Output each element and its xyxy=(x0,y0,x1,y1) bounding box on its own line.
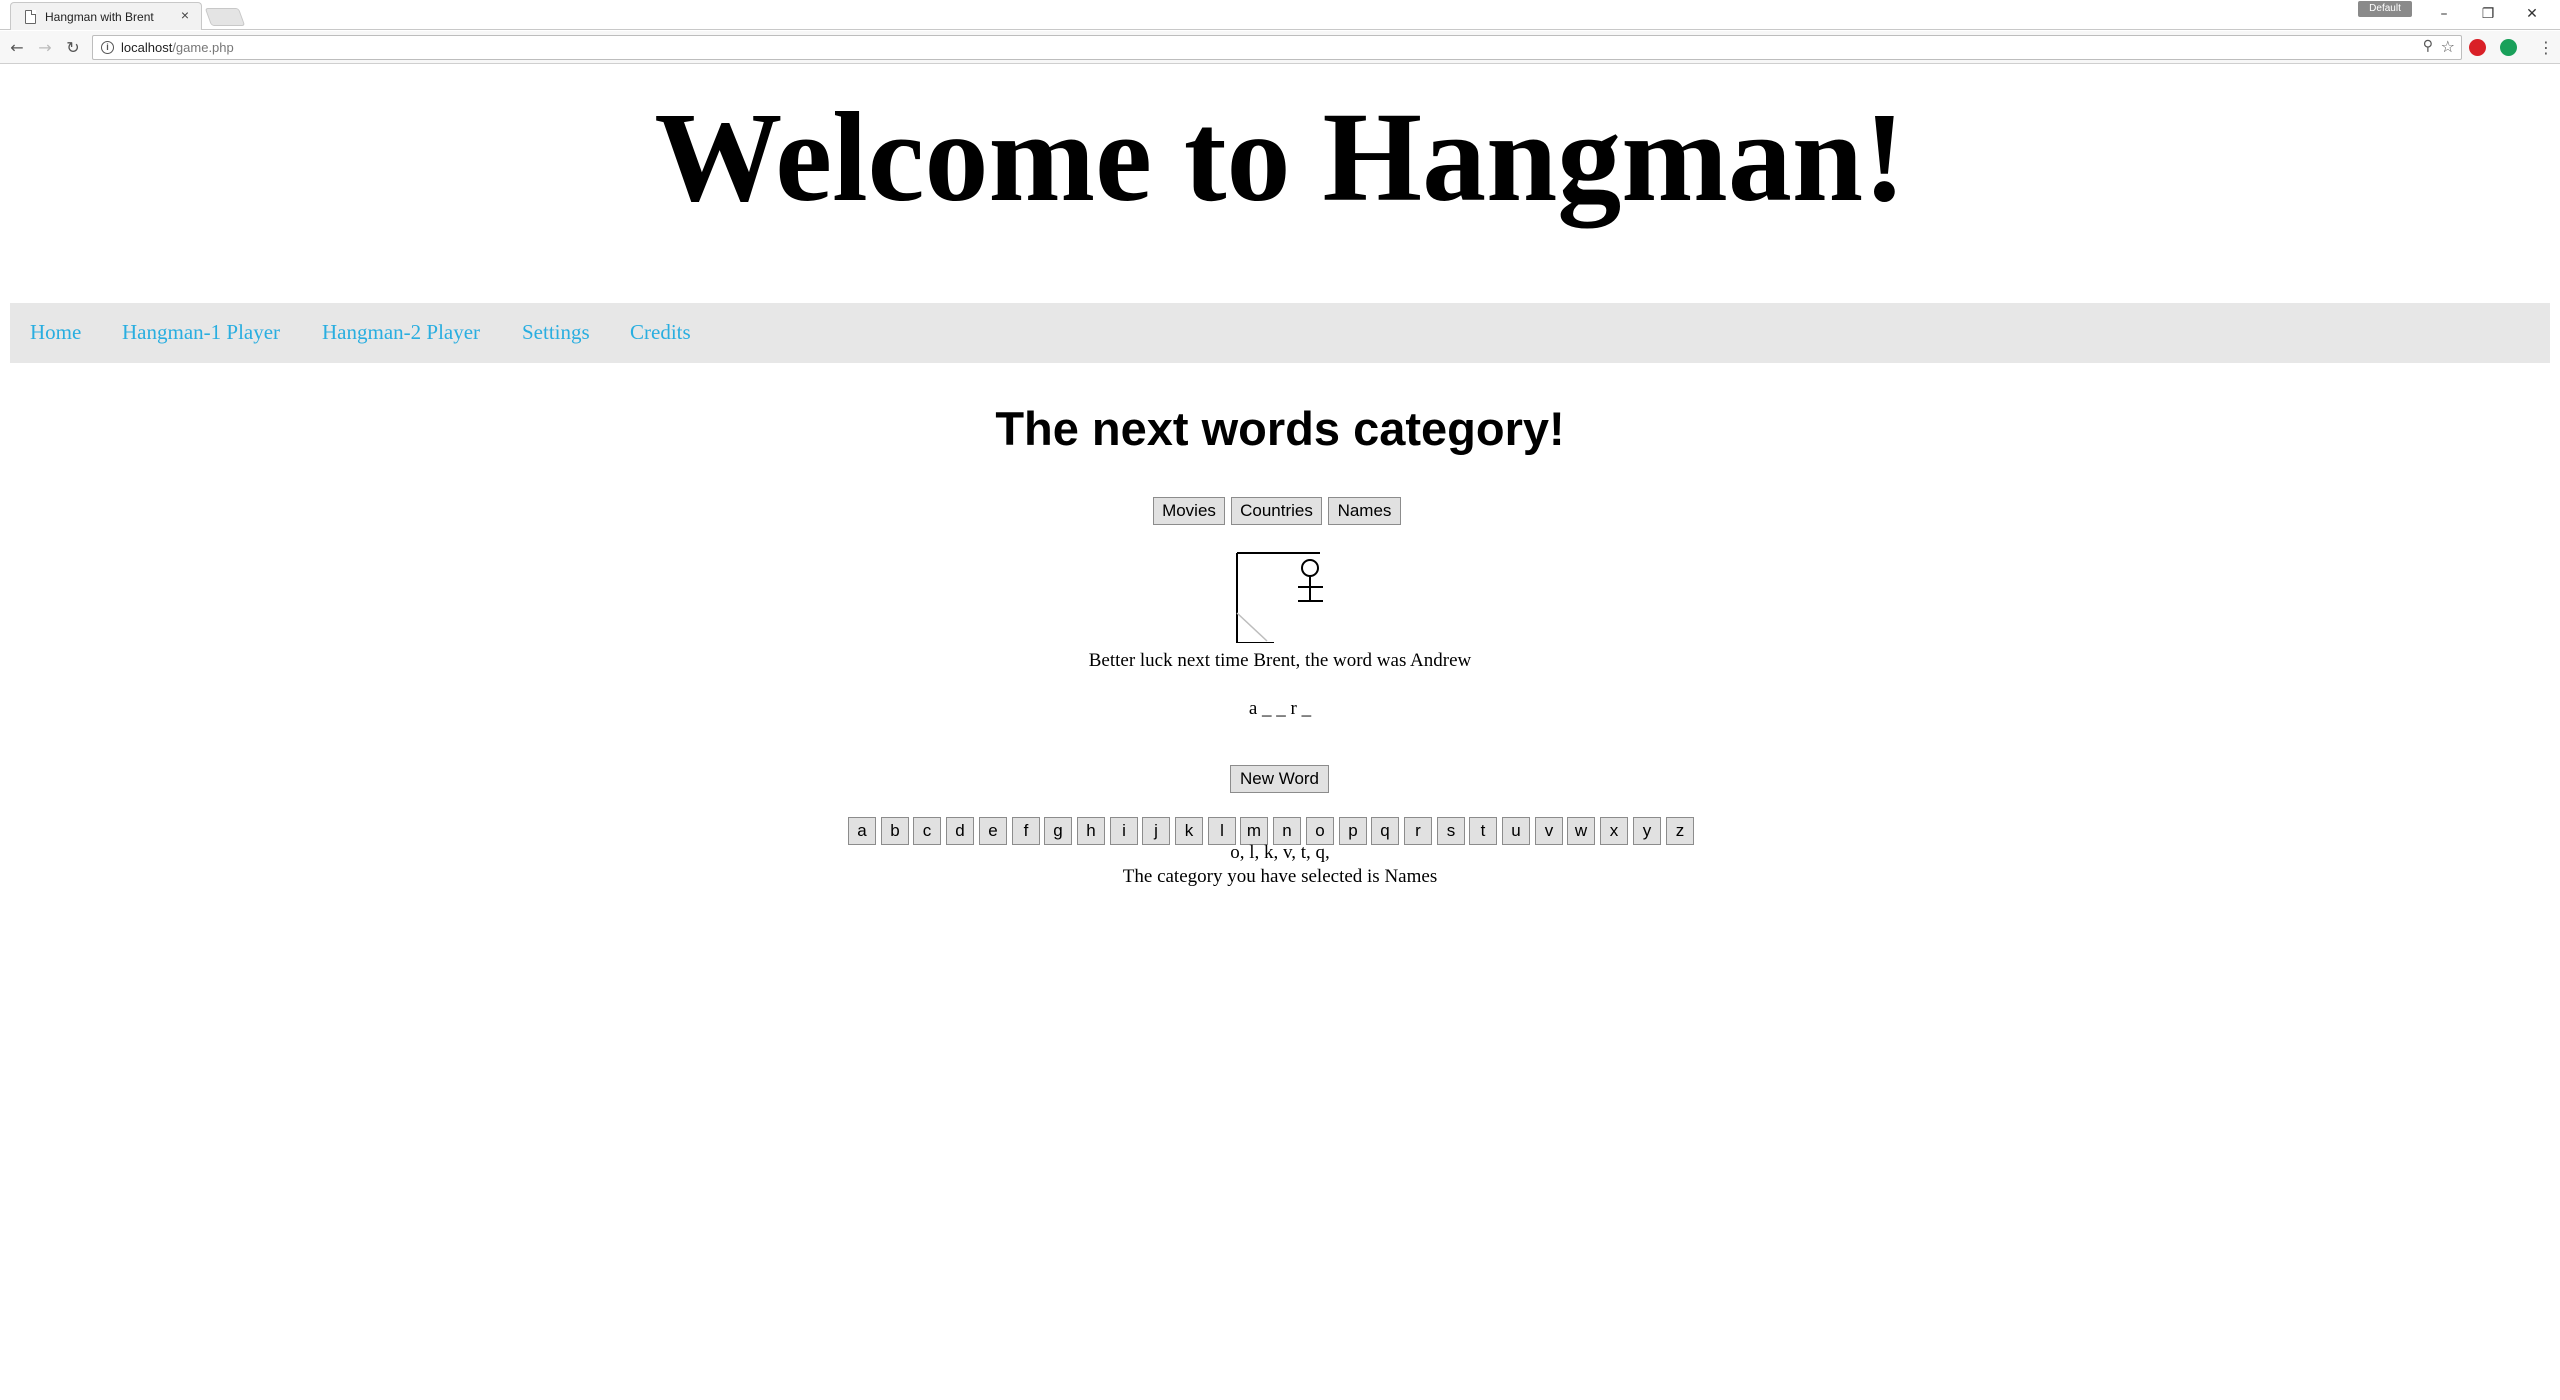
hangman-drawing xyxy=(1236,552,1323,643)
category-movies-button[interactable]: Movies xyxy=(1153,497,1225,525)
nav-link-home[interactable]: Home xyxy=(30,320,81,345)
letter-button-w[interactable]: w xyxy=(1567,817,1595,845)
letter-button-g[interactable]: g xyxy=(1044,817,1072,845)
zoom-icon[interactable]: ⚲ xyxy=(2423,38,2433,54)
url-path: /game.php xyxy=(172,40,234,55)
close-window-button[interactable]: ✕ xyxy=(2512,2,2552,26)
tab-title: Hangman with Brent xyxy=(45,10,154,24)
letter-button-t[interactable]: t xyxy=(1469,817,1497,845)
back-icon[interactable]: ← xyxy=(6,37,28,59)
address-bar[interactable]: i localhost/game.php ⚲ ☆ xyxy=(92,35,2462,60)
new-word-button[interactable]: New Word xyxy=(1230,765,1329,793)
extension-green-icon[interactable] xyxy=(2500,39,2517,56)
letter-button-u[interactable]: u xyxy=(1502,817,1530,845)
reload-icon[interactable]: ↻ xyxy=(62,37,84,59)
result-message: Better luck next time Brent, the word wa… xyxy=(1088,650,1472,671)
letter-button-m[interactable]: m xyxy=(1240,817,1268,845)
category-names-button[interactable]: Names xyxy=(1328,497,1401,525)
letter-button-x[interactable]: x xyxy=(1600,817,1628,845)
letter-button-n[interactable]: n xyxy=(1273,817,1301,845)
letter-button-z[interactable]: z xyxy=(1666,817,1694,845)
kebab-menu-icon[interactable]: ⋮ xyxy=(2538,37,2554,59)
extension-red-icon[interactable] xyxy=(2469,39,2486,56)
gallows xyxy=(1236,552,1320,643)
browser-toolbar: ← → ↻ i localhost/game.php ⚲ ☆ ⋮ xyxy=(0,31,2560,64)
letter-button-p[interactable]: p xyxy=(1339,817,1367,845)
page-icon xyxy=(25,10,36,24)
tab-close-icon[interactable]: × xyxy=(181,7,189,23)
profile-badge[interactable]: Default xyxy=(2358,1,2412,17)
letter-button-k[interactable]: k xyxy=(1175,817,1203,845)
info-icon[interactable]: i xyxy=(101,41,114,54)
letter-button-b[interactable]: b xyxy=(881,817,909,845)
letter-button-q[interactable]: q xyxy=(1371,817,1399,845)
page-title: Welcome to Hangman! xyxy=(654,86,1906,228)
new-tab-button[interactable] xyxy=(204,8,246,26)
letter-button-r[interactable]: r xyxy=(1404,817,1432,845)
letter-button-f[interactable]: f xyxy=(1012,817,1040,845)
word-display: a _ _ r _ xyxy=(1248,698,1312,719)
gallows-support xyxy=(1236,612,1268,642)
nav-link-hangman-1-player[interactable]: Hangman-1 Player xyxy=(122,320,280,345)
letter-button-j[interactable]: j xyxy=(1142,817,1170,845)
browser-tabstrip: Hangman with Brent × Default – ❐ ✕ xyxy=(0,0,2560,30)
category-heading: The next words category! xyxy=(995,402,1565,455)
letter-button-c[interactable]: c xyxy=(913,817,941,845)
nav-link-hangman-2-player[interactable]: Hangman-2 Player xyxy=(322,320,480,345)
selected-category-text: The category you have selected is Names xyxy=(1122,866,1438,887)
letter-button-d[interactable]: d xyxy=(946,817,974,845)
letter-button-h[interactable]: h xyxy=(1077,817,1105,845)
bookmark-star-icon[interactable]: ☆ xyxy=(2441,37,2455,56)
page-content: Welcome to Hangman! Home Hangman-1 Playe… xyxy=(0,65,2560,1400)
forward-icon[interactable]: → xyxy=(34,37,56,59)
letter-button-i[interactable]: i xyxy=(1110,817,1138,845)
category-countries-button[interactable]: Countries xyxy=(1231,497,1322,525)
restore-button[interactable]: ❐ xyxy=(2468,2,2508,26)
letter-button-e[interactable]: e xyxy=(979,817,1007,845)
letter-button-o[interactable]: o xyxy=(1306,817,1334,845)
minimize-button[interactable]: – xyxy=(2424,2,2464,26)
guessed-letters: o, l, k, v, t, q, xyxy=(1230,842,1330,863)
letter-button-v[interactable]: v xyxy=(1535,817,1563,845)
url-text: localhost/game.php xyxy=(121,40,234,55)
nav-link-settings[interactable]: Settings xyxy=(522,320,590,345)
letter-button-s[interactable]: s xyxy=(1437,817,1465,845)
letter-button-a[interactable]: a xyxy=(848,817,876,845)
browser-tab[interactable]: Hangman with Brent × xyxy=(10,2,202,30)
letter-button-l[interactable]: l xyxy=(1208,817,1236,845)
url-host: localhost xyxy=(121,40,173,55)
nav-link-credits[interactable]: Credits xyxy=(630,320,691,345)
hangman-figure xyxy=(1298,559,1323,602)
site-navbar: Home Hangman-1 Player Hangman-2 Player S… xyxy=(10,303,2550,363)
letter-button-y[interactable]: y xyxy=(1633,817,1661,845)
